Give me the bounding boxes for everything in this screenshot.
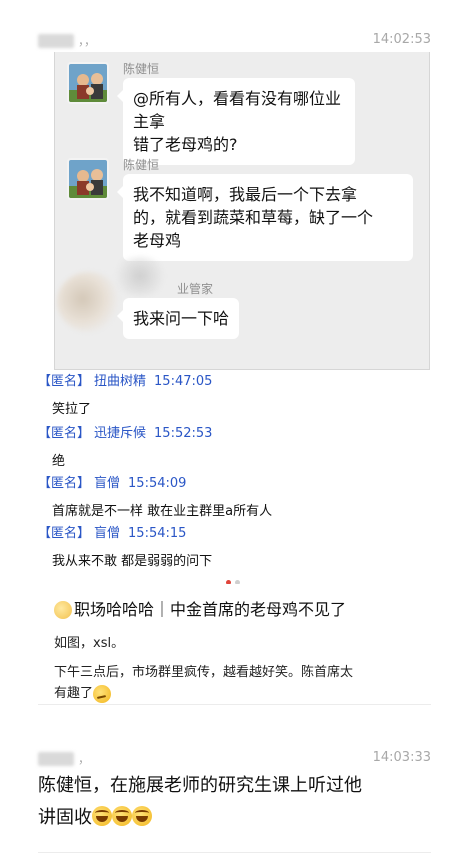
message-text: 老母鸡 <box>133 231 182 250</box>
anonymous-tag: 【匿名】 <box>38 476 91 491</box>
laughing-emoji-icon <box>132 806 152 826</box>
message-text: 错了老母鸡的? <box>133 135 238 154</box>
redaction-blur <box>111 256 169 296</box>
post-header: ， 14:03:33 <box>38 748 431 772</box>
article-body: 下午三点后，市场群里疯传，越看越好笑。陈首席太 有趣了 <box>54 662 427 704</box>
anonymous-comment: 【匿名】 盲僧 15:54:09 首席就是不一样 敢在业主群里a所有人 <box>38 474 430 519</box>
party-emoji-icon <box>54 601 72 619</box>
comment-text: 笑拉了 <box>52 402 92 417</box>
author-name-blurred[interactable] <box>38 752 74 766</box>
laughing-emoji-icon <box>112 806 132 826</box>
author-name[interactable]: ， <box>78 750 90 767</box>
thinking-emoji-icon <box>93 684 112 703</box>
comment-line: 陈健恒，在施展老师的研究生课上听过他 <box>38 775 362 796</box>
comment-time: 15:47:05 <box>154 374 213 389</box>
nickname: 迅捷斥候 <box>94 426 147 441</box>
message-bubble: @所有人，看看有没有哪位业主拿 错了老母鸡的? <box>117 78 355 165</box>
chat-message: 陈健恒 我不知道啊，我最后一个下去拿 的，就看到蔬菜和草莓，缺了一个 老母鸡 <box>67 158 423 268</box>
embedded-screenshot[interactable]: 陈健恒 @所有人，看看有没有哪位业主拿 错了老母鸡的? 陈健恒 我不知道啊，我最… <box>38 52 430 584</box>
message-text: 的，就看到蔬菜和草莓，缺了一个 <box>133 208 374 227</box>
carousel-dot[interactable] <box>235 580 240 584</box>
author-name[interactable]: ，， <box>78 32 96 49</box>
comment-line: 讲固收 <box>38 807 92 828</box>
laughing-emoji-icon <box>92 806 112 826</box>
article-title[interactable]: 职场哈哈哈｜中金首席的老母鸡不见了 <box>74 598 346 622</box>
post-header: ，， 14:02:53 <box>38 30 431 54</box>
message-bubble: 我来问一下哈 <box>116 298 240 339</box>
message-bubble: 我不知道啊，我最后一个下去拿 的，就看到蔬菜和草莓，缺了一个 老母鸡 <box>117 174 413 261</box>
avatar <box>67 158 109 200</box>
comment-text: 我从来不敢 都是弱弱的问下 <box>52 554 213 569</box>
post-timestamp: 14:03:33 <box>372 750 431 765</box>
avatar <box>67 62 109 104</box>
author-name-blurred[interactable] <box>38 34 74 48</box>
chat-message: 业管家 我来问一下哈 <box>57 256 423 352</box>
nickname: 盲僧 <box>94 476 121 491</box>
sender-name: 业管家 <box>177 282 214 296</box>
article-title-row[interactable]: 职场哈哈哈｜中金首席的老母鸡不见了 <box>54 598 346 622</box>
post-timestamp: 14:02:53 <box>372 32 431 47</box>
comment-time: 15:52:53 <box>154 426 213 441</box>
article-caption: 如图，xsl。 <box>54 636 125 651</box>
anonymous-tag: 【匿名】 <box>38 526 91 541</box>
sender-name: 陈健恒 <box>123 158 160 172</box>
comment-text: 陈健恒，在施展老师的研究生课上听过他 讲固收 <box>38 770 431 834</box>
comment-text: 首席就是不一样 敢在业主群里a所有人 <box>52 504 273 519</box>
carousel-indicator[interactable] <box>226 580 240 584</box>
carousel-dot-active[interactable] <box>226 580 231 584</box>
wechat-group-chat: 陈健恒 @所有人，看看有没有哪位业主拿 错了老母鸡的? 陈健恒 我不知道啊，我最… <box>54 52 430 370</box>
comment-time: 15:54:09 <box>128 476 187 491</box>
comment-time: 15:54:15 <box>128 526 187 541</box>
chat-message: 陈健恒 @所有人，看看有没有哪位业主拿 错了老母鸡的? <box>67 62 423 165</box>
divider <box>38 704 431 705</box>
article-body-line: 下午三点后，市场群里疯传，越看越好笑。陈首席太 <box>54 665 354 680</box>
anonymous-comment: 【匿名】 迅捷斥候 15:52:53 绝 <box>38 424 430 469</box>
nickname: 扭曲树精 <box>94 374 147 389</box>
message-text: 我来问一下哈 <box>133 309 230 328</box>
divider <box>38 852 431 853</box>
sender-name: 陈健恒 <box>123 62 160 76</box>
message-text: 我不知道啊，我最后一个下去拿 <box>133 185 358 204</box>
anonymous-comment: 【匿名】 盲僧 15:54:15 我从来不敢 都是弱弱的问下 <box>38 524 430 569</box>
nickname: 盲僧 <box>94 526 121 541</box>
anonymous-tag: 【匿名】 <box>38 374 91 389</box>
article-body-line: 有趣了 <box>54 686 94 701</box>
message-text: @所有人，看看有没有哪位业主拿 <box>133 89 342 131</box>
anonymous-tag: 【匿名】 <box>38 426 91 441</box>
comment-text: 绝 <box>52 454 66 469</box>
anonymous-comment: 【匿名】 扭曲树精 15:47:05 笑拉了 <box>38 372 430 417</box>
